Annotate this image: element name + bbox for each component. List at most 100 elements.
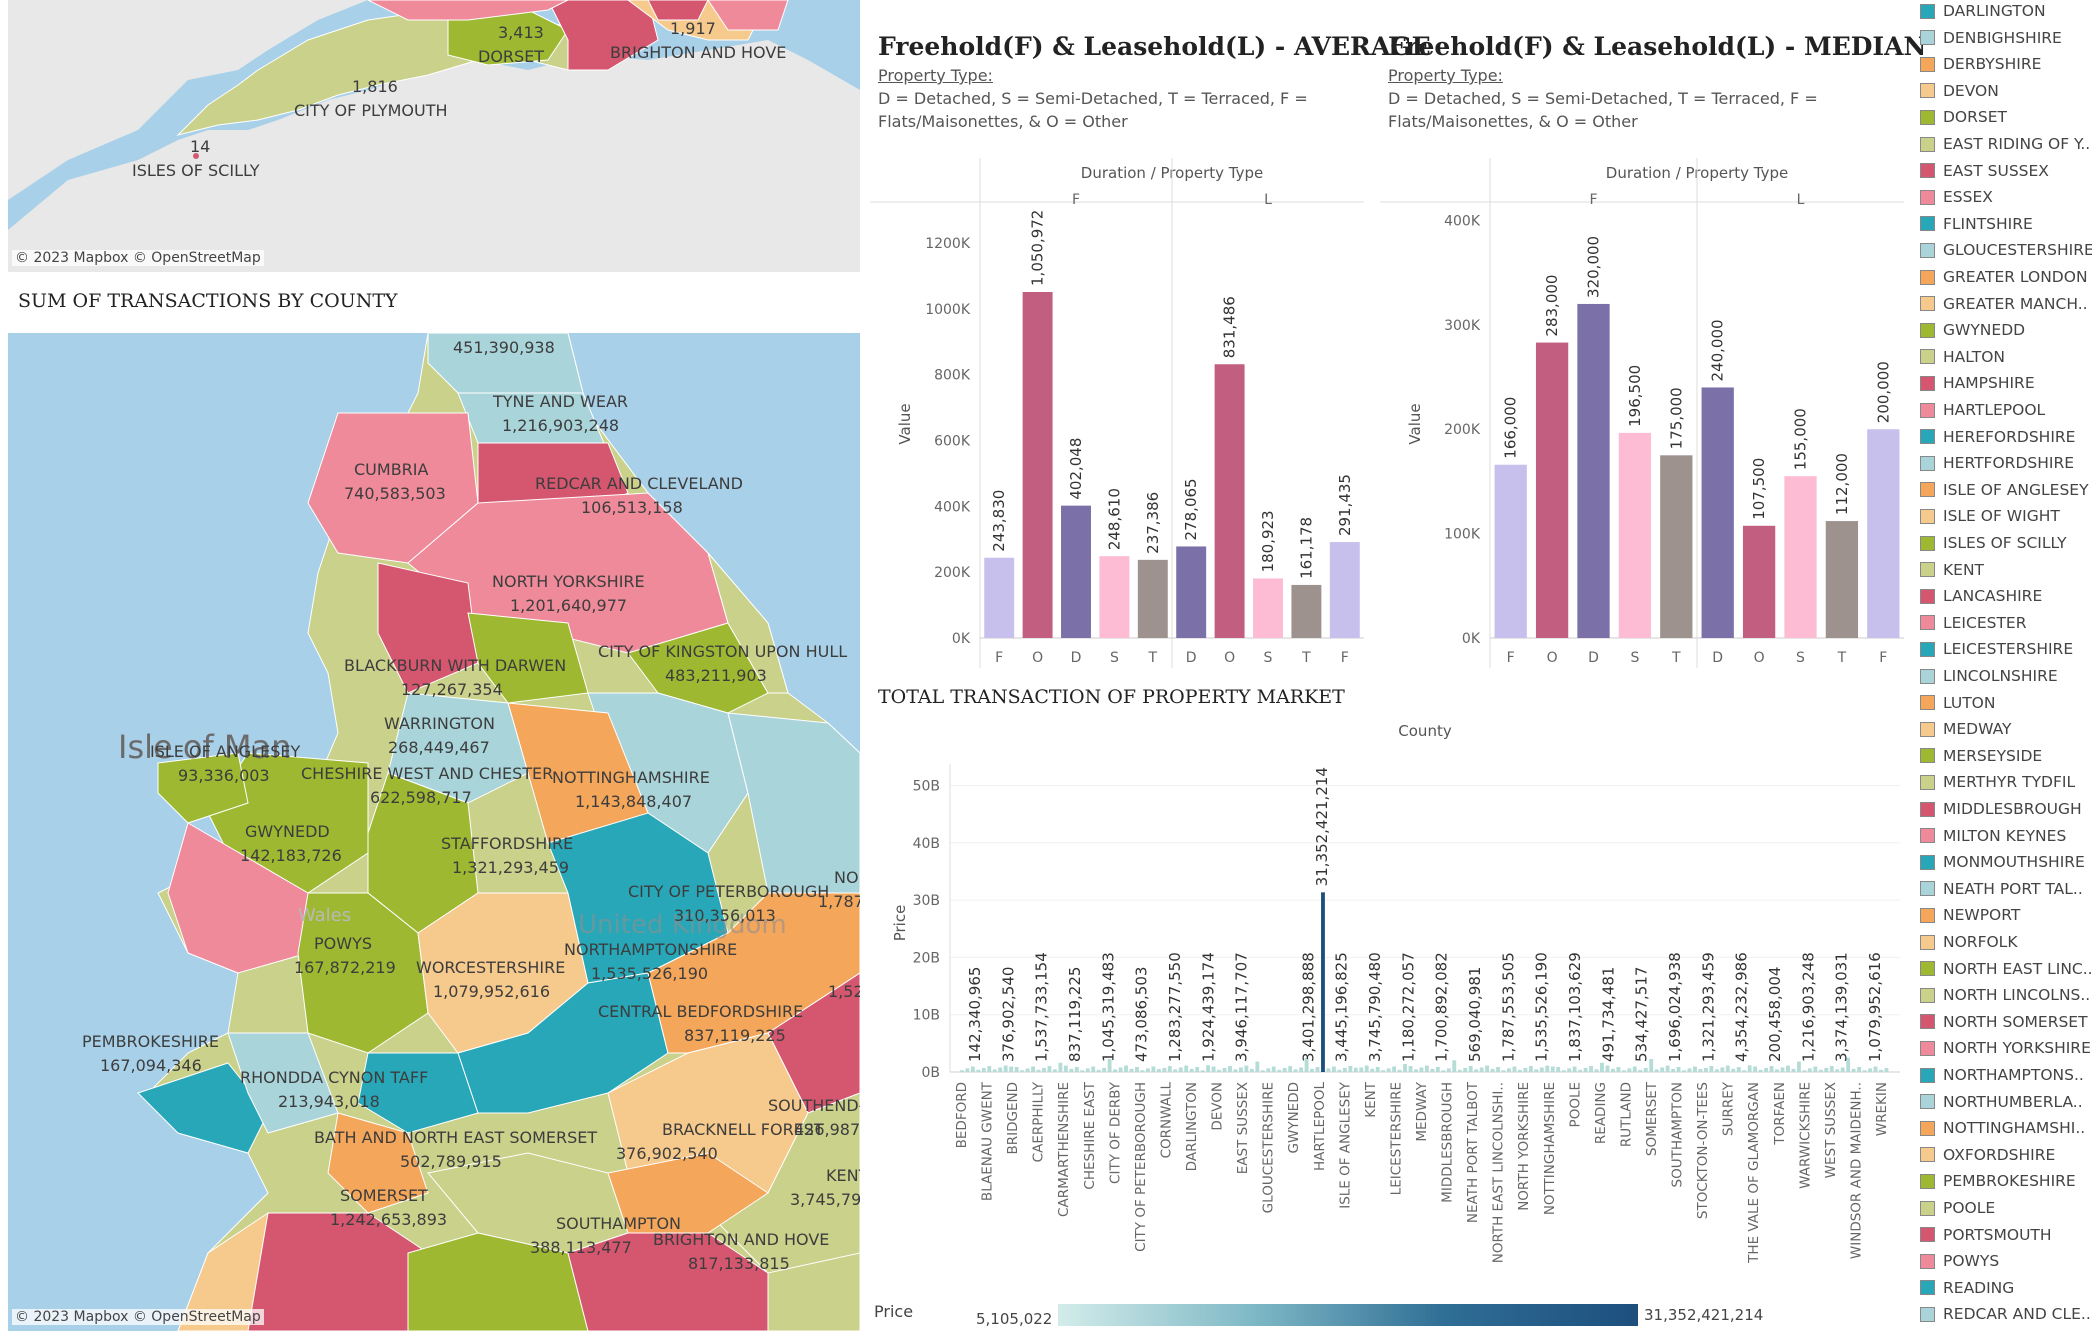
county-bar[interactable]	[976, 1069, 981, 1072]
county-bar[interactable]	[998, 1067, 1003, 1072]
county-bar[interactable]	[1578, 1069, 1583, 1072]
county-bar[interactable]	[1332, 1066, 1336, 1072]
county-bar[interactable]	[1146, 1068, 1150, 1072]
bar[interactable]	[1137, 559, 1168, 638]
county-bar[interactable]	[1452, 1060, 1457, 1072]
bar[interactable]	[1577, 303, 1610, 638]
county-bar[interactable]	[1085, 1068, 1090, 1072]
legend-item[interactable]: HARTLEPOOL	[1920, 397, 2045, 423]
county-bar[interactable]	[1851, 1068, 1856, 1072]
county-bar[interactable]	[1807, 1068, 1812, 1072]
county-bar[interactable]	[1069, 1068, 1074, 1072]
county-legend[interactable]: DARLINGTON DENBIGHSHIRE DERBYSHIRE DEVON DOR…	[1914, 0, 2092, 1338]
county-bar[interactable]	[987, 1066, 992, 1072]
legend-item[interactable]: EAST SUSSEX	[1920, 158, 2049, 184]
legend-item[interactable]: ESSEX	[1920, 184, 1993, 210]
top-map-canvas[interactable]: 3,413 DORSET 1,917 BRIGHTON AND HOVE 1,8…	[8, 0, 860, 272]
legend-item[interactable]: NORFOLK	[1920, 929, 2017, 955]
county-bar[interactable]	[1835, 1069, 1840, 1072]
county-bar[interactable]	[1840, 1067, 1845, 1072]
county-bar[interactable]	[1638, 1069, 1643, 1072]
county-bar[interactable]	[1512, 1066, 1517, 1072]
county-bar[interactable]	[1189, 1068, 1194, 1072]
legend-item[interactable]: GLOUCESTERSHIRE	[1920, 237, 2092, 263]
county-bar[interactable]	[1020, 1070, 1025, 1072]
county-bar[interactable]	[1342, 1067, 1347, 1072]
county-bar[interactable]	[1310, 1068, 1314, 1072]
legend-item[interactable]: REDCAR AND CLE..	[1920, 1301, 2091, 1327]
county-bar[interactable]	[1671, 1068, 1676, 1072]
county-bar[interactable]	[1408, 1066, 1413, 1072]
county-bar[interactable]	[992, 1069, 997, 1072]
county-bar[interactable]	[1753, 1066, 1758, 1072]
legend-item[interactable]: LINCOLNSHIRE	[1920, 663, 2058, 689]
bar[interactable]	[1061, 505, 1091, 638]
county-bar[interactable]	[1769, 1066, 1774, 1072]
county-bar[interactable]	[1441, 1070, 1446, 1072]
county-bar[interactable]	[1786, 1065, 1790, 1072]
legend-item[interactable]: NEATH PORT TAL..	[1920, 876, 2083, 902]
county-bar[interactable]	[1249, 1068, 1254, 1072]
legend-item[interactable]: DENBIGHSHIRE	[1920, 25, 2062, 51]
bar[interactable]	[1660, 455, 1693, 638]
legend-item[interactable]: NEWPORT	[1920, 902, 2020, 928]
bar[interactable]	[1022, 291, 1053, 638]
legend-item[interactable]: HERTFORDSHIRE	[1920, 450, 2074, 476]
county-bar[interactable]	[1200, 1070, 1205, 1072]
legend-item[interactable]: GWYNEDD	[1920, 317, 2025, 343]
county-bar[interactable]	[1764, 1067, 1769, 1072]
county-bar[interactable]	[1485, 1065, 1490, 1072]
bar[interactable]	[1784, 476, 1817, 638]
county-map[interactable]: Isle of Man Wales United Kingdom 451,390…	[8, 333, 860, 1331]
legend-item[interactable]: MONMOUTHSHIRE	[1920, 849, 2085, 875]
county-bar[interactable]	[1687, 1068, 1692, 1072]
county-bar[interactable]	[1140, 1070, 1145, 1072]
county-bar[interactable]	[1195, 1066, 1200, 1072]
county-bar[interactable]	[1518, 1069, 1522, 1072]
legend-item[interactable]: DERBYSHIRE	[1920, 51, 2041, 77]
legend-item[interactable]: GREATER LONDON	[1920, 264, 2088, 290]
county-bar[interactable]	[1747, 1065, 1752, 1072]
county-bar[interactable]	[1824, 1067, 1829, 1072]
county-bar[interactable]	[1501, 1070, 1506, 1072]
legend-item[interactable]: DARLINGTON	[1920, 0, 2046, 24]
county-bar[interactable]	[1282, 1067, 1287, 1072]
county-bar[interactable]	[965, 1068, 970, 1072]
county-bar[interactable]	[1151, 1066, 1156, 1072]
legend-item[interactable]: POOLE	[1920, 1195, 1995, 1221]
legend-item[interactable]: ISLES OF SCILLY	[1920, 530, 2067, 556]
county-bar[interactable]	[1184, 1065, 1189, 1072]
county-bar[interactable]	[1009, 1066, 1014, 1072]
map-attribution[interactable]: © 2023 Mapbox © OpenStreetMap	[12, 1309, 264, 1325]
legend-item[interactable]: MILTON KEYNES	[1920, 823, 2066, 849]
county-bar[interactable]	[1288, 1066, 1293, 1072]
legend-item[interactable]: MEDWAY	[1920, 716, 2011, 742]
legend-item[interactable]: EAST RIDING OF Y..	[1920, 131, 2090, 157]
county-bar[interactable]	[1239, 1067, 1243, 1072]
county-bar[interactable]	[1698, 1069, 1703, 1072]
legend-item[interactable]: POWYS	[1920, 1248, 1999, 1274]
top-map[interactable]: 3,413 DORSET 1,917 BRIGHTON AND HOVE 1,8…	[8, 0, 860, 272]
county-bar[interactable]	[1430, 1068, 1435, 1072]
county-bar[interactable]	[1813, 1066, 1818, 1072]
bar[interactable]	[1535, 342, 1569, 638]
county-bar[interactable]	[1616, 1066, 1621, 1072]
county-bar[interactable]	[1014, 1066, 1019, 1072]
county-bar[interactable]	[1583, 1067, 1588, 1072]
legend-item[interactable]: MERSEYSIDE	[1920, 743, 2042, 769]
legend-item[interactable]: HEREFORDSHIRE	[1920, 424, 2075, 450]
county-bar[interactable]	[1676, 1066, 1681, 1072]
bar[interactable]	[1701, 387, 1734, 638]
county-bar[interactable]	[1818, 1069, 1823, 1072]
county-bar[interactable]	[1375, 1066, 1380, 1072]
bar[interactable]	[1742, 525, 1776, 638]
county-bar[interactable]	[1682, 1070, 1686, 1072]
county-bar[interactable]	[1561, 1070, 1566, 1072]
county-bar[interactable]	[1003, 1065, 1008, 1072]
county-bar[interactable]	[1507, 1068, 1511, 1072]
legend-item[interactable]: LUTON	[1920, 690, 1995, 716]
legend-item[interactable]: PEMBROKESHIRE	[1920, 1168, 2076, 1194]
legend-item[interactable]: NOTTINGHAMSHI..	[1920, 1115, 2085, 1141]
bar[interactable]	[1618, 432, 1652, 638]
county-bar[interactable]	[1862, 1070, 1867, 1072]
